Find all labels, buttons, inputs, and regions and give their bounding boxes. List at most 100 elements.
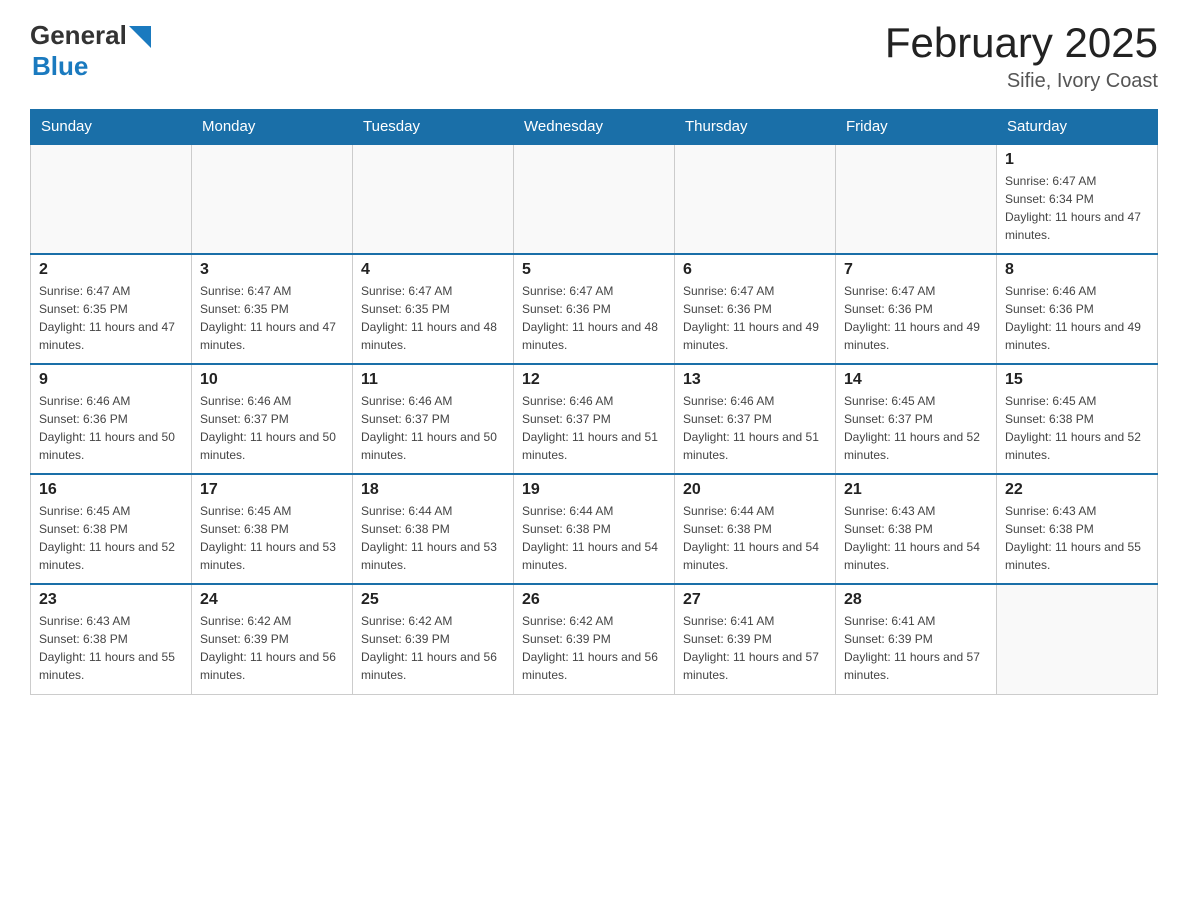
day-number: 9: [39, 371, 183, 389]
day-sun-info: Sunrise: 6:47 AM Sunset: 6:36 PM Dayligh…: [522, 282, 666, 354]
calendar-cell: [514, 144, 675, 254]
calendar-cell: 10Sunrise: 6:46 AM Sunset: 6:37 PM Dayli…: [192, 364, 353, 474]
calendar-cell: 26 Sunrise: 6:42 AM Sunset: 6:39 PM Dayli…: [514, 584, 675, 694]
calendar-cell: 11 Sunrise: 6:46 AM Sunset: 6:37 PM Dayli…: [353, 364, 514, 474]
day-number: 7: [844, 261, 988, 279]
calendar-cell: [675, 144, 836, 254]
day-number: 22: [1005, 481, 1149, 499]
calendar-cell: 19Sunrise: 6:44 AM Sunset: 6:38 PM Dayli…: [514, 474, 675, 584]
day-sun-info: Sunrise: 6:42 AM Sunset: 6:39 PM Dayligh…: [522, 612, 666, 684]
calendar-week-row: 1 Sunrise: 6:47 AM Sunset: 6:34 PM Daylig…: [31, 144, 1158, 254]
day-of-week-header: Sunday: [31, 110, 192, 145]
logo-blue-text: Blue: [32, 51, 88, 82]
day-number: 4: [361, 261, 505, 279]
calendar-cell: 14 Sunrise: 6:45 AM Sunset: 6:37 PM Dayli…: [836, 364, 997, 474]
day-number: 25: [361, 591, 505, 609]
day-number: 15: [1005, 371, 1149, 389]
day-number: 13: [683, 371, 827, 389]
day-number: 23: [39, 591, 183, 609]
day-number: 19: [522, 481, 666, 499]
calendar-cell: 22 Sunrise: 6:43 AM Sunset: 6:38 PM Dayli…: [997, 474, 1158, 584]
title-block: February 2025 Sifie, Ivory Coast: [885, 20, 1158, 93]
day-sun-info: Sunrise: 6:46 AM Sunset: 6:37 PM Dayligh…: [200, 392, 344, 464]
day-sun-info: Sunrise: 6:47 AM Sunset: 6:36 PM Dayligh…: [844, 282, 988, 354]
day-of-week-header: Wednesday: [514, 110, 675, 145]
calendar-cell: 5 Sunrise: 6:47 AM Sunset: 6:36 PM Daylig…: [514, 254, 675, 364]
calendar-cell: 9 Sunrise: 6:46 AM Sunset: 6:36 PM Daylig…: [31, 364, 192, 474]
day-sun-info: Sunrise: 6:46 AM Sunset: 6:37 PM Dayligh…: [683, 392, 827, 464]
day-number: 11: [361, 371, 505, 389]
day-of-week-header: Monday: [192, 110, 353, 145]
day-number: 21: [844, 481, 988, 499]
calendar-cell: 20Sunrise: 6:44 AM Sunset: 6:38 PM Dayli…: [675, 474, 836, 584]
day-number: 27: [683, 591, 827, 609]
day-sun-info: Sunrise: 6:47 AM Sunset: 6:35 PM Dayligh…: [361, 282, 505, 354]
calendar-cell: 18Sunrise: 6:44 AM Sunset: 6:38 PM Dayli…: [353, 474, 514, 584]
calendar-week-row: 2 Sunrise: 6:47 AM Sunset: 6:35 PM Daylig…: [31, 254, 1158, 364]
calendar-cell: 3 Sunrise: 6:47 AM Sunset: 6:35 PM Daylig…: [192, 254, 353, 364]
day-sun-info: Sunrise: 6:42 AM Sunset: 6:39 PM Dayligh…: [200, 612, 344, 684]
day-number: 14: [844, 371, 988, 389]
logo-arrow-icon: [129, 26, 151, 48]
day-number: 3: [200, 261, 344, 279]
calendar-cell: [997, 584, 1158, 694]
day-sun-info: Sunrise: 6:45 AM Sunset: 6:38 PM Dayligh…: [200, 502, 344, 574]
calendar-cell: [353, 144, 514, 254]
calendar-cell: 2 Sunrise: 6:47 AM Sunset: 6:35 PM Daylig…: [31, 254, 192, 364]
day-sun-info: Sunrise: 6:43 AM Sunset: 6:38 PM Dayligh…: [844, 502, 988, 574]
day-sun-info: Sunrise: 6:46 AM Sunset: 6:37 PM Dayligh…: [522, 392, 666, 464]
calendar-cell: 16 Sunrise: 6:45 AM Sunset: 6:38 PM Dayli…: [31, 474, 192, 584]
calendar-cell: 24 Sunrise: 6:42 AM Sunset: 6:39 PM Dayli…: [192, 584, 353, 694]
calendar-cell: [31, 144, 192, 254]
calendar-week-row: 9 Sunrise: 6:46 AM Sunset: 6:36 PM Daylig…: [31, 364, 1158, 474]
calendar-cell: 21 Sunrise: 6:43 AM Sunset: 6:38 PM Dayli…: [836, 474, 997, 584]
calendar-cell: 15 Sunrise: 6:45 AM Sunset: 6:38 PM Dayli…: [997, 364, 1158, 474]
day-number: 28: [844, 591, 988, 609]
day-sun-info: Sunrise: 6:42 AM Sunset: 6:39 PM Dayligh…: [361, 612, 505, 684]
calendar-cell: 28Sunrise: 6:41 AM Sunset: 6:39 PM Dayli…: [836, 584, 997, 694]
calendar-cell: 27Sunrise: 6:41 AM Sunset: 6:39 PM Dayli…: [675, 584, 836, 694]
day-of-week-header: Friday: [836, 110, 997, 145]
day-sun-info: Sunrise: 6:43 AM Sunset: 6:38 PM Dayligh…: [1005, 502, 1149, 574]
calendar-cell: [836, 144, 997, 254]
day-sun-info: Sunrise: 6:47 AM Sunset: 6:36 PM Dayligh…: [683, 282, 827, 354]
location-subtitle: Sifie, Ivory Coast: [885, 70, 1158, 93]
day-number: 1: [1005, 151, 1149, 169]
day-sun-info: Sunrise: 6:47 AM Sunset: 6:35 PM Dayligh…: [39, 282, 183, 354]
day-of-week-header: Tuesday: [353, 110, 514, 145]
day-number: 2: [39, 261, 183, 279]
calendar-cell: [192, 144, 353, 254]
calendar-header-row: SundayMondayTuesdayWednesdayThursdayFrid…: [31, 110, 1158, 145]
day-sun-info: Sunrise: 6:45 AM Sunset: 6:38 PM Dayligh…: [1005, 392, 1149, 464]
calendar-cell: 12 Sunrise: 6:46 AM Sunset: 6:37 PM Dayli…: [514, 364, 675, 474]
day-number: 5: [522, 261, 666, 279]
calendar-week-row: 23 Sunrise: 6:43 AM Sunset: 6:38 PM Dayli…: [31, 584, 1158, 694]
calendar-cell: 17 Sunrise: 6:45 AM Sunset: 6:38 PM Dayli…: [192, 474, 353, 584]
day-number: 16: [39, 481, 183, 499]
day-sun-info: Sunrise: 6:44 AM Sunset: 6:38 PM Dayligh…: [683, 502, 827, 574]
day-sun-info: Sunrise: 6:46 AM Sunset: 6:36 PM Dayligh…: [39, 392, 183, 464]
day-sun-info: Sunrise: 6:46 AM Sunset: 6:37 PM Dayligh…: [361, 392, 505, 464]
calendar-cell: 23 Sunrise: 6:43 AM Sunset: 6:38 PM Dayli…: [31, 584, 192, 694]
day-sun-info: Sunrise: 6:45 AM Sunset: 6:38 PM Dayligh…: [39, 502, 183, 574]
calendar-cell: 4 Sunrise: 6:47 AM Sunset: 6:35 PM Daylig…: [353, 254, 514, 364]
calendar-cell: 7 Sunrise: 6:47 AM Sunset: 6:36 PM Daylig…: [836, 254, 997, 364]
page-header: General Blue February 2025 Sifie, Ivory …: [30, 20, 1158, 93]
day-sun-info: Sunrise: 6:47 AM Sunset: 6:35 PM Dayligh…: [200, 282, 344, 354]
day-number: 24: [200, 591, 344, 609]
day-sun-info: Sunrise: 6:47 AM Sunset: 6:34 PM Dayligh…: [1005, 172, 1149, 244]
day-number: 26: [522, 591, 666, 609]
calendar-cell: 1 Sunrise: 6:47 AM Sunset: 6:34 PM Daylig…: [997, 144, 1158, 254]
calendar-table: SundayMondayTuesdayWednesdayThursdayFrid…: [30, 109, 1158, 695]
day-sun-info: Sunrise: 6:45 AM Sunset: 6:37 PM Dayligh…: [844, 392, 988, 464]
day-number: 8: [1005, 261, 1149, 279]
calendar-cell: 25 Sunrise: 6:42 AM Sunset: 6:39 PM Dayli…: [353, 584, 514, 694]
day-sun-info: Sunrise: 6:43 AM Sunset: 6:38 PM Dayligh…: [39, 612, 183, 684]
calendar-cell: 6Sunrise: 6:47 AM Sunset: 6:36 PM Daylig…: [675, 254, 836, 364]
day-number: 12: [522, 371, 666, 389]
day-number: 18: [361, 481, 505, 499]
day-number: 17: [200, 481, 344, 499]
day-of-week-header: Thursday: [675, 110, 836, 145]
calendar-week-row: 16 Sunrise: 6:45 AM Sunset: 6:38 PM Dayli…: [31, 474, 1158, 584]
month-title: February 2025: [885, 20, 1158, 66]
